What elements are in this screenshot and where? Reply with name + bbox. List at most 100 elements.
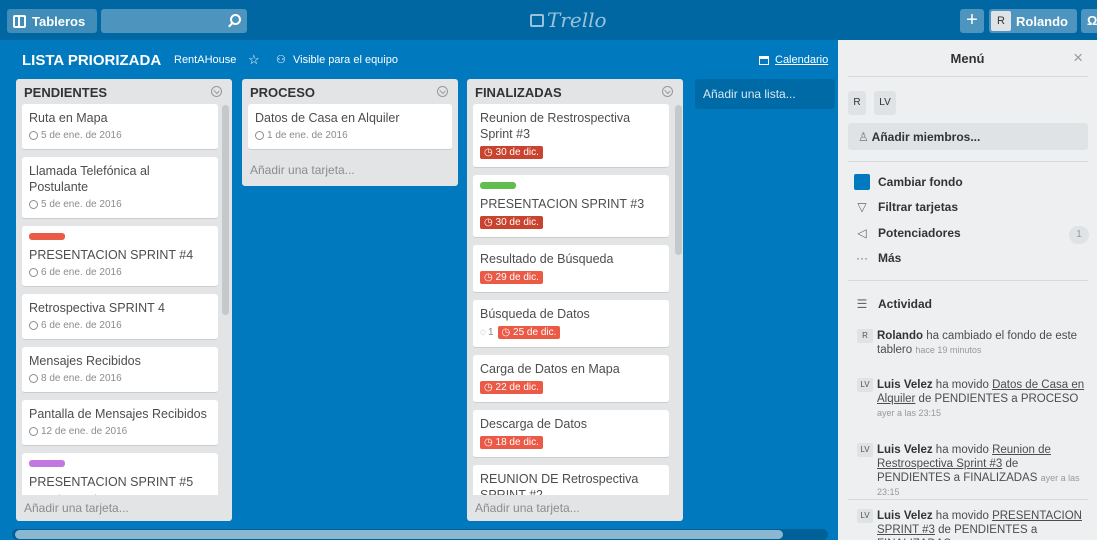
due-date-text: 29 de dic.: [495, 272, 539, 283]
divider: [848, 499, 1088, 500]
menu-item-label: Potenciadores: [878, 226, 961, 240]
board-title[interactable]: LISTA PRIORIZADA: [22, 52, 161, 69]
boards-button[interactable]: Tableros: [7, 9, 97, 33]
search-icon[interactable]: [230, 14, 241, 25]
card-list: Datos de Casa en Alquiler 1 de ene. de 20…: [242, 104, 458, 150]
calendar-icon: [759, 56, 769, 65]
notifications-bell-icon[interactable]: Ω: [1081, 9, 1097, 33]
card-title: PRESENTACION SPRINT #4: [29, 248, 194, 262]
list-title[interactable]: PROCESO: [250, 85, 315, 100]
board-scrollbar-thumb[interactable]: [15, 530, 783, 539]
team-name[interactable]: RentAHouse: [174, 54, 236, 66]
clock-icon: ◷: [484, 382, 496, 393]
card[interactable]: Búsqueda de Datos ◌ 1 ◷ 25 de dic.: [473, 300, 669, 348]
add-list-button[interactable]: Añadir una lista...: [695, 79, 835, 109]
list-menu-icon[interactable]: [211, 86, 222, 97]
list-menu-icon[interactable]: [437, 86, 448, 97]
card[interactable]: PRESENTACION SPRINT #5 13 de ene. de 2016: [22, 453, 218, 495]
card-date-text: 6 de ene. de 2016: [41, 267, 122, 278]
activity-time[interactable]: ayer a las 23:15: [877, 408, 941, 418]
card-title: Datos de Casa en Alquiler: [255, 111, 400, 125]
card-date: 6 de ene. de 2016: [29, 320, 211, 331]
more-icon: ···: [856, 251, 868, 265]
card-title: Ruta en Mapa: [29, 111, 108, 125]
list-proceso: PROCESO Datos de Casa en Alquiler 1 de en…: [242, 79, 458, 186]
menu-item-label: Más: [878, 251, 902, 265]
card[interactable]: Pantalla de Mensajes Recibidos 12 de ene.…: [22, 400, 218, 446]
add-button[interactable]: +: [960, 9, 984, 33]
card[interactable]: PRESENTACION SPRINT #4 6 de ene. de 2016: [22, 226, 218, 287]
card[interactable]: Carga de Datos en Mapa ◷ 22 de dic.: [473, 355, 669, 403]
activity-text: ha movido: [932, 379, 993, 391]
activity-user[interactable]: Luis Velez: [877, 379, 933, 391]
menu-item-more[interactable]: ··· Más: [854, 251, 901, 265]
power-up-icon: ◁: [857, 226, 867, 240]
user-name: Rolando: [1016, 13, 1068, 29]
list-scrollbar[interactable]: [222, 105, 229, 315]
card[interactable]: Descarga de Datos ◷ 18 de dic.: [473, 410, 669, 458]
card[interactable]: Retrospectiva SPRINT 4 6 de ene. de 2016: [22, 294, 218, 340]
comment-count-value: 1: [487, 327, 494, 338]
add-card-button[interactable]: Añadir una tarjeta...: [467, 495, 683, 521]
activity-avatar[interactable]: R: [857, 329, 873, 343]
add-card-button[interactable]: Añadir una tarjeta...: [242, 157, 458, 183]
visibility-button[interactable]: Visible para el equipo: [293, 54, 398, 66]
comment-icon: ◌: [480, 327, 486, 338]
member-avatar-r[interactable]: R: [848, 91, 866, 115]
list-header[interactable]: PENDIENTES: [16, 79, 232, 104]
clock-icon: [29, 268, 38, 277]
avatar: R: [991, 11, 1011, 31]
activity-user[interactable]: Luis Velez: [877, 444, 933, 456]
card-title: Descarga de Datos: [480, 417, 588, 431]
activity-avatar[interactable]: LV: [857, 509, 873, 523]
card[interactable]: REUNION DE Retrospectiva SPRINT #2◷ 16 d…: [473, 465, 669, 495]
list-title[interactable]: PENDIENTES: [24, 85, 107, 100]
calendar-link[interactable]: Calendario: [775, 54, 828, 66]
activity-user[interactable]: Luis Velez: [877, 510, 933, 522]
activity-time[interactable]: hace 19 minutos: [915, 345, 981, 355]
list-menu-icon[interactable]: [662, 86, 673, 97]
card[interactable]: PRESENTACION SPRINT #3 ◷ 30 de dic.: [473, 175, 669, 238]
card-badges: ◷ 29 de dic.: [480, 267, 662, 284]
activity-user[interactable]: Rolando: [877, 330, 923, 342]
card[interactable]: Reunion de Restrospectiva Sprint #3 ◷ 30 …: [473, 104, 669, 168]
activity-text: ha movido: [932, 444, 993, 456]
add-card-button[interactable]: Añadir una tarjeta...: [16, 495, 232, 521]
list-header[interactable]: PROCESO: [242, 79, 458, 104]
list-title[interactable]: FINALIZADAS: [475, 85, 562, 100]
trello-logo[interactable]: Trello: [530, 8, 607, 32]
due-date-text: 30 de dic.: [495, 217, 539, 228]
activity-item: LV Luis Velez ha movido PRESENTACION SPR…: [857, 509, 1089, 540]
activity-avatar[interactable]: LV: [857, 378, 873, 392]
activity-avatar[interactable]: LV: [857, 443, 873, 457]
card[interactable]: Ruta en Mapa 5 de ene. de 2016: [22, 104, 218, 150]
member-avatar-lv[interactable]: LV: [874, 91, 896, 115]
add-members-button[interactable]: ♙ Añadir miembros...: [848, 123, 1088, 150]
card-badges: ◷ 18 de dic.: [480, 432, 662, 449]
card[interactable]: Llamada Telefónica al Postulante 5 de ene…: [22, 157, 218, 219]
menu-item-change-background[interactable]: Cambiar fondo: [854, 174, 963, 190]
card[interactable]: Datos de Casa en Alquiler 1 de ene. de 20…: [248, 104, 452, 150]
divider: [848, 76, 1088, 77]
list-scrollbar[interactable]: [675, 105, 682, 255]
team-visibility-icon: ⚇: [276, 54, 286, 66]
clock-icon: [29, 131, 38, 140]
card-title: Pantalla de Mensajes Recibidos: [29, 407, 207, 421]
search-input[interactable]: [101, 9, 247, 33]
star-icon[interactable]: ☆: [248, 52, 260, 68]
card[interactable]: Resultado de Búsqueda ◷ 29 de dic.: [473, 245, 669, 293]
card-title: Carga de Datos en Mapa: [480, 362, 620, 376]
list-header[interactable]: FINALIZADAS: [467, 79, 683, 104]
card-date: 1 de ene. de 2016: [255, 130, 445, 141]
board-menu-sidebar: Menú × R LV ♙ Añadir miembros... Cambiar…: [838, 40, 1097, 540]
boards-icon: [13, 14, 26, 28]
menu-item-power-ups[interactable]: ◁ Potenciadores: [854, 226, 961, 240]
card-title: Búsqueda de Datos: [480, 307, 590, 321]
close-icon[interactable]: ×: [1073, 48, 1083, 68]
menu-item-filter-cards[interactable]: ▽ Filtrar tarjetas: [854, 200, 958, 214]
activity-text: ha movido: [932, 510, 993, 522]
user-menu-button[interactable]: R Rolando: [989, 9, 1077, 33]
card[interactable]: Mensajes Recibidos 8 de ene. de 2016: [22, 347, 218, 393]
activity-item: R Rolando ha cambiado el fondo de este t…: [857, 329, 1089, 357]
due-date-badge: ◷ 29 de dic.: [480, 271, 543, 284]
